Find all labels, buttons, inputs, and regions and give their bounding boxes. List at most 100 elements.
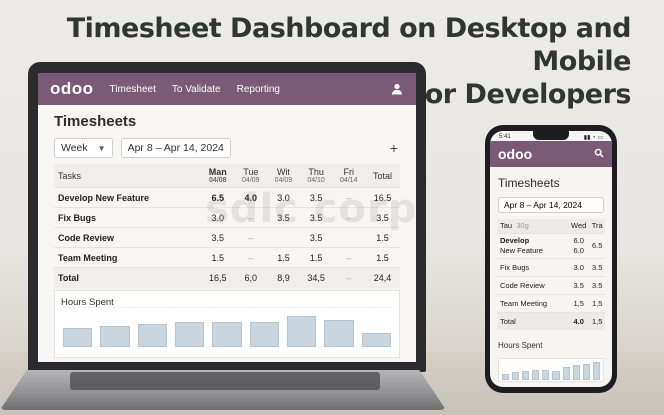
table-row[interactable]: Code Review 3.5 – 3.5 1.5 [54,227,400,248]
user-icon[interactable] [390,82,404,96]
row-total: 16.5 [365,187,400,208]
phone-notch [533,131,569,140]
nav-link-to-validate[interactable]: To Validate [172,84,221,95]
column-header-day: Fri 04/14 [332,164,366,188]
list-item[interactable]: Fix Bugs 3.0 3.5 [497,257,605,276]
mobile-hours-cell[interactable]: 6.5 [589,232,605,258]
row-total: 1.5 [365,227,400,248]
total-cell: – [332,267,366,288]
nav-link-reporting[interactable]: Reporting [237,84,280,95]
hours-bar [286,315,317,347]
nav-link-timesheet[interactable]: Timesheet [110,84,156,95]
list-item[interactable]: Team Meeting 1,5 1,5 [497,293,605,312]
hours-bar [572,365,580,380]
hours-cell[interactable]: 3.0 [267,187,300,208]
grand-total: 24,4 [365,267,400,288]
mobile-hours-cell[interactable]: 6.0 6.0 [567,232,590,258]
mobile-hours-bar-chart [498,358,604,382]
total-label: Total [54,267,202,288]
hours-cell[interactable]: 3.5 [299,187,333,208]
odoo-logo[interactable]: odoo [498,146,532,162]
toolbar: Week ▼ Apr 8 – Apr 14, 2024 + [38,134,416,164]
hours-spent-title: Hours Spent [61,297,114,308]
hours-bar [63,327,93,347]
hours-cell[interactable] [267,227,300,248]
mobile-hours-cell[interactable]: 1,5 [567,293,590,312]
column-header-tasks: Tasks [54,164,202,188]
list-item[interactable]: Develop New Feature 6.0 6.0 6.5 [497,232,605,258]
chevron-down-icon: ▼ [97,143,106,153]
laptop-screen: odoo Timesheet To Validate Reporting Tim… [38,73,416,362]
hours-cell[interactable]: 4.0 [234,187,268,208]
hours-cell[interactable]: – [332,187,366,208]
mobile-timesheet-grid: Tau 30g Wed Tra Develop New Feature 6.0 6.… [497,219,605,330]
date-range-picker[interactable]: Apr 8 – Apr 14, 2024 [120,138,231,158]
mobile-task-name: Develop New Feature [497,232,568,258]
hours-cell[interactable] [332,227,366,248]
hours-bar [100,325,130,347]
total-cell: 6,0 [234,267,268,288]
mobile-date-range-value: Apr 8 – Apr 14, 2024 [504,200,582,210]
hours-bar [249,321,279,347]
mobile-grid-header: Tau 30g Wed Tra [497,219,605,233]
table-row[interactable]: Team Meeting 1.5 – 1.5 1.5 – 1.5 [54,247,400,268]
hours-cell[interactable]: – [234,207,268,228]
table-row[interactable]: Develop New Feature 6.5 4.0 3.0 3.5 – 16… [54,187,400,208]
hours-bar [212,321,242,347]
table-row[interactable]: Fix Bugs 3.0 – 3.5 3.5 – 3.5 [54,207,400,228]
timesheet-grid: Tasks Man 04/08 Tue 04/09 Wit 04/09 Thu 04/1… [54,164,400,288]
mobile-task-name: Code Review [497,275,568,294]
column-header-day: Tue 04/09 [234,164,268,188]
mobile-column-header: Tau 30g [497,219,568,233]
hours-cell[interactable]: 6.5 [201,187,235,208]
total-cell: 8,9 [267,267,300,288]
hours-cell[interactable]: 3.5 [267,207,300,228]
phone-screen: 5:41 ▮▮ ◔ ▭ odoo Timesheets Apr 8 – Apr … [490,131,612,387]
period-select-value: Week [61,142,88,154]
total-cell: 16,5 [201,267,235,288]
search-icon[interactable] [594,145,604,163]
hours-bar [582,364,590,380]
mobile-navbar: odoo [490,141,612,167]
grid-header-row: Tasks Man 04/08 Tue 04/09 Wit 04/09 Thu 04/1… [54,164,400,188]
hours-bar [502,373,510,380]
hours-cell[interactable]: 1.5 [267,247,300,268]
column-header-total: Total [365,164,400,188]
odoo-logo[interactable]: odoo [50,79,94,99]
hours-cell[interactable]: 3.0 [201,207,235,228]
date-range-value: Apr 8 – Apr 14, 2024 [127,142,224,154]
mobile-hours-cell[interactable]: 3.5 [589,257,605,276]
hours-cell[interactable]: 3.5 [299,227,333,248]
hours-bar [532,369,540,380]
hours-bar-chart [63,307,391,347]
hours-cell[interactable]: 1.5 [201,247,235,268]
hours-bar [542,369,550,380]
hours-cell[interactable]: – [234,227,268,248]
hours-cell[interactable]: – [332,247,366,268]
mobile-hours-cell[interactable]: 1,5 [589,293,605,312]
mobile-hours-cell[interactable]: 3.5 [567,275,590,294]
row-total: 1.5 [365,247,400,268]
mobile-column-header: Wed [567,219,590,233]
hours-cell[interactable]: – [332,207,366,228]
mobile-hours-spent-title: Hours Spent [498,341,543,350]
hours-bar [512,371,520,380]
mobile-hours-cell[interactable]: 3.5 [589,275,605,294]
status-icons: ▮▮ ◔ ▭ [583,135,603,141]
mobile-hours-cell[interactable]: 3.0 [567,257,590,276]
add-icon[interactable]: + [390,140,398,156]
hours-bar [552,370,560,380]
hours-cell[interactable]: 1.5 [299,247,333,268]
mobile-date-range-picker[interactable]: Apr 8 – Apr 14, 2024 [498,197,604,213]
hours-cell[interactable]: 3.5 [299,207,333,228]
total-cell: 34,5 [299,267,333,288]
mobile-total-label: Total [497,311,568,330]
hours-cell[interactable]: 3.5 [201,227,235,248]
list-item[interactable]: Code Review 3.5 3.5 [497,275,605,294]
period-select[interactable]: Week ▼ [54,138,113,158]
mobile-page-title: Timesheets [498,176,560,190]
hours-cell[interactable]: – [234,247,268,268]
task-name: Fix Bugs [54,207,202,228]
task-name: Team Meeting [54,247,202,268]
task-name: Develop New Feature [54,187,202,208]
